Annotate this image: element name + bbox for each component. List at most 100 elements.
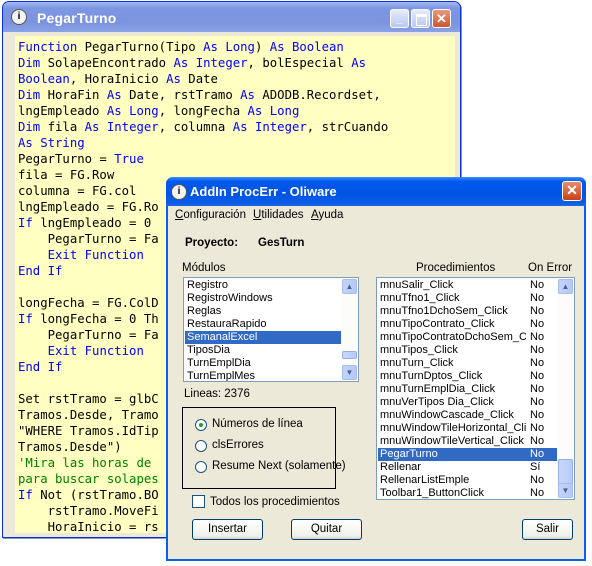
all-procedures-checkbox[interactable] xyxy=(192,495,205,508)
procedure-on-error: No xyxy=(530,318,545,330)
procedure-list-item[interactable]: mnuTfno1_Click No xyxy=(378,292,557,305)
radio-button[interactable] xyxy=(195,461,207,473)
close-icon: ✕ xyxy=(436,11,447,26)
code-keyword: Dim xyxy=(18,120,41,134)
procedure-on-error: No xyxy=(530,344,545,356)
procedure-list-item[interactable]: Rellenar Sí xyxy=(378,461,557,474)
code-line: Dim fila As Integer, columna As Integer,… xyxy=(18,119,455,135)
procedure-list-item[interactable]: PegarTurno No xyxy=(378,448,557,461)
lines-count: Lineas: 2376 xyxy=(184,388,250,400)
insert-button[interactable]: Insertar xyxy=(192,519,263,540)
code-keyword: If xyxy=(18,216,33,230)
minimize-button[interactable]: _ xyxy=(390,9,409,28)
module-list-item[interactable]: RestauraRapido xyxy=(185,318,341,331)
code-token: columna = FG.col xyxy=(18,184,137,198)
code-keyword: As xyxy=(18,136,33,150)
code-line: Dim HoraFin As Date, rstTramo As ADODB.R… xyxy=(18,87,455,103)
procedure-list-item[interactable]: mnuTfno1DchoSem_Click No xyxy=(378,305,557,318)
code-keyword: As xyxy=(203,40,218,54)
scroll-thumb[interactable] xyxy=(558,459,573,485)
code-token: lngEmpleado = FG.Ro xyxy=(18,200,159,214)
procedure-name: mnuWindowTileVertical_Click xyxy=(380,435,524,447)
code-token: PegarTurno = xyxy=(18,152,115,166)
procedure-on-error: No xyxy=(530,474,545,486)
procedure-list-item[interactable]: mnuSalir_Click No xyxy=(378,279,557,292)
procedure-on-error: No xyxy=(530,305,545,317)
menu-utilidades[interactable]: Utilidades xyxy=(253,209,304,221)
code-keyword: End If xyxy=(18,360,63,374)
code-keyword: Function xyxy=(18,40,78,54)
module-name: TiposDia xyxy=(187,344,230,356)
code-keyword: End If xyxy=(18,264,63,278)
all-procedures-label[interactable]: Todos los procedimientos xyxy=(210,496,340,508)
menu-configuracion[interactable]: Configuración xyxy=(175,209,246,221)
scroll-thumb[interactable] xyxy=(342,351,357,359)
error-mode-group: Números de línea clsErrores Resume Next (s… xyxy=(182,407,346,489)
code-keyword: As xyxy=(269,40,285,54)
code-window-title: PegarTurno xyxy=(37,10,117,26)
scroll-up-icon[interactable]: ▲ xyxy=(558,279,573,294)
module-list-item[interactable]: Reglas xyxy=(185,305,341,318)
code-line: lngEmpleado As Long, longFecha As Long xyxy=(18,103,455,119)
procedure-list-item[interactable]: mnuTipoContrato_Click No xyxy=(378,318,557,331)
menu-ayuda[interactable]: Ayuda xyxy=(311,209,343,221)
modules-list[interactable]: Registro RegistroWindows Reglas RestauraRap… xyxy=(183,277,359,382)
radio-button[interactable] xyxy=(195,419,207,431)
code-token: PegarTurno = Fa xyxy=(18,232,159,246)
procedure-list-item[interactable]: Toolbar1_ButtonClick No xyxy=(378,487,557,499)
module-list-item[interactable]: TurnEmplDia xyxy=(185,357,341,370)
module-list-item[interactable]: RegistroWindows xyxy=(185,292,341,305)
code-line: Boolean, HoraInicio As Date xyxy=(18,71,455,87)
code-keyword: Dim xyxy=(18,88,41,102)
scroll-up-icon[interactable]: ▲ xyxy=(342,279,357,294)
procedure-list-item[interactable]: mnuTurnEmplDia_Click No xyxy=(378,383,557,396)
procedure-on-error: No xyxy=(530,357,545,369)
info-icon[interactable]: i xyxy=(11,9,27,25)
procedure-name: mnuTipoContrato_Click xyxy=(380,318,495,330)
radio-button[interactable] xyxy=(195,440,207,452)
code-token: , HoraInicio xyxy=(69,72,167,86)
procedure-list-item[interactable]: mnuWindowCascade_Click No xyxy=(378,409,557,422)
exit-button[interactable]: Salir xyxy=(522,519,573,540)
minimize-icon: _ xyxy=(396,11,403,25)
dialog-titlebar[interactable]: i AddIn ProcErr - Oliware ✕ xyxy=(166,177,586,206)
procedure-list-item[interactable]: mnuTurnDptos_Click No xyxy=(378,370,557,383)
procedures-scrollbar[interactable]: ▲ ▼ xyxy=(558,279,573,498)
procedure-list-item[interactable]: mnuTurn_Click No xyxy=(378,357,557,370)
procedure-list-item[interactable]: mnuTipos_Click No xyxy=(378,344,557,357)
module-list-item[interactable]: Registro xyxy=(185,279,341,292)
code-keyword: Integer xyxy=(195,56,248,70)
module-list-item[interactable]: TurnEmplMes xyxy=(185,370,341,381)
remove-button[interactable]: Quitar xyxy=(291,519,362,540)
modules-scrollbar[interactable]: ▲ ▼ xyxy=(342,279,357,380)
code-keyword: As xyxy=(240,88,255,102)
code-window-titlebar[interactable]: i PegarTurno _ ✕ xyxy=(3,2,460,32)
info-icon[interactable]: i xyxy=(171,184,187,200)
maximize-button[interactable] xyxy=(411,9,430,28)
scroll-down-icon[interactable]: ▼ xyxy=(342,365,357,380)
module-list-item[interactable]: TiposDia xyxy=(185,344,341,357)
code-token: longFecha = FG.ColD xyxy=(18,296,159,310)
procedure-list-item[interactable]: mnuTipoContratoDchoSem_Clic No xyxy=(378,331,557,344)
scroll-down-icon[interactable]: ▼ xyxy=(558,483,573,498)
procedure-list-item[interactable]: mnuWindowTileVertical_Click No xyxy=(378,435,557,448)
procedure-list-item[interactable]: RellenarListEmple No xyxy=(378,474,557,487)
close-button[interactable]: ✕ xyxy=(432,9,451,28)
code-token: , strCuando xyxy=(306,120,389,134)
code-keyword: Exit Function xyxy=(47,248,144,262)
procedure-list-item[interactable]: mnuWindowTileHorizontal_Clic No xyxy=(378,422,557,435)
code-keyword: As xyxy=(173,56,189,70)
code-keyword: Integer xyxy=(254,120,307,134)
code-keyword: If xyxy=(18,488,33,502)
code-keyword: Boolean xyxy=(18,72,70,86)
procedures-list[interactable]: mnuSalir_Click No mnuTfno1_Click No mnuTfno1… xyxy=(376,277,575,500)
procedure-on-error: No xyxy=(530,422,545,434)
dialog-close-button[interactable]: ✕ xyxy=(562,181,582,201)
radio-label[interactable]: Números de línea xyxy=(212,418,303,430)
module-list-item[interactable]: SemanalExcel xyxy=(185,331,341,344)
radio-label[interactable]: clsErrores xyxy=(212,439,264,451)
procedure-list-item[interactable]: mnuVerTipos Dia_Click No xyxy=(378,396,557,409)
code-keyword: Boolean xyxy=(291,40,344,54)
procedure-name: mnuTipos_Click xyxy=(380,344,458,356)
radio-label[interactable]: Resume Next (solamente) xyxy=(212,460,346,472)
